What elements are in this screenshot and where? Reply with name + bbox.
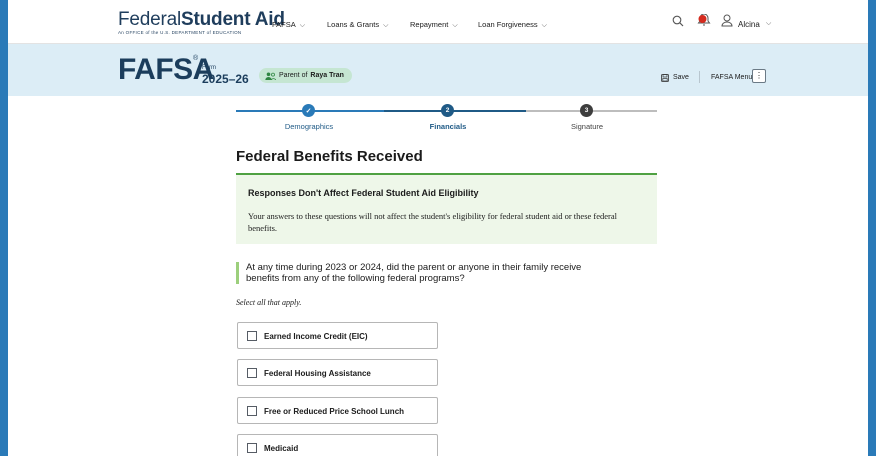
chevron-down-icon[interactable]: ⌵ — [766, 20, 771, 28]
nav-item-label: Loans & Grants — [327, 20, 380, 29]
step-label-demographics[interactable]: Demographics — [285, 122, 333, 131]
logo-text-regular: Federal — [118, 9, 182, 30]
parent-prefix: Parent of — [279, 72, 308, 79]
nav-item-loans-grants[interactable]: Loans & Grants ⌵ — [327, 20, 388, 30]
step-connector-current — [384, 110, 526, 112]
fafsa-menu-button[interactable]: ⋮ — [752, 69, 766, 83]
people-icon — [265, 72, 276, 80]
option-federal-housing-assistance[interactable]: Federal Housing Assistance — [237, 359, 438, 386]
registered-mark: ® — [193, 55, 199, 62]
option-label: Free or Reduced Price School Lunch — [264, 407, 405, 416]
option-medicaid[interactable]: Medicaid — [237, 434, 438, 456]
nav-item-label: Repayment — [410, 20, 449, 29]
search-icon[interactable] — [672, 15, 684, 27]
nav-item-fafsa[interactable]: FAFSA ⌵ — [272, 20, 305, 30]
page-title: Federal Benefits Received — [236, 148, 423, 165]
parent-student-name: Raya Tran — [310, 72, 344, 79]
nav-item-loan-forgiveness[interactable]: Loan Forgiveness ⌵ — [478, 20, 547, 30]
question-text: At any time during 2023 or 2024, did the… — [236, 262, 616, 284]
fsa-logo[interactable]: FederalStudent Aid An OFFICE of the U.S.… — [118, 9, 285, 35]
top-nav: FederalStudent Aid An OFFICE of the U.S.… — [8, 0, 868, 44]
notice-body: Your answers to these questions will not… — [248, 211, 617, 233]
app-window: FederalStudent Aid An OFFICE of the U.S.… — [8, 0, 868, 456]
save-button[interactable]: Save — [673, 74, 689, 81]
header-divider — [699, 71, 700, 83]
chevron-down-icon: ⌵ — [299, 22, 306, 29]
info-notice: Responses Don't Affect Federal Student A… — [236, 173, 657, 244]
option-label: Federal Housing Assistance — [264, 369, 371, 378]
step-2-indicator: 2 — [441, 104, 454, 117]
parent-role-badge: Parent of Raya Tran — [259, 68, 352, 83]
chevron-down-icon: ⌵ — [383, 22, 389, 29]
checkbox[interactable] — [247, 443, 257, 453]
save-icon[interactable] — [661, 74, 669, 82]
checkbox[interactable] — [247, 406, 257, 416]
notifications-icon[interactable] — [697, 14, 713, 28]
nav-item-repayment[interactable]: Repayment ⌵ — [410, 20, 458, 30]
option-free-reduced-lunch[interactable]: Free or Reduced Price School Lunch — [237, 397, 438, 424]
option-earned-income-credit[interactable]: Earned Income Credit (EIC) — [237, 322, 438, 349]
notice-title: Responses Don't Affect Federal Student A… — [248, 188, 479, 198]
fafsa-logo: FAFSA — [118, 53, 214, 86]
user-name[interactable]: Alcina — [738, 20, 760, 29]
logo-subtitle: An OFFICE of the U.S. DEPARTMENT of EDUC… — [118, 30, 242, 35]
form-label: Form — [202, 65, 216, 71]
user-icon[interactable] — [721, 14, 733, 27]
chevron-down-icon: ⌵ — [452, 22, 458, 29]
chevron-down-icon: ⌵ — [541, 22, 547, 29]
checkbox[interactable] — [247, 331, 257, 341]
step-1-check-icon[interactable]: ✓ — [302, 104, 315, 117]
option-label: Medicaid — [264, 444, 299, 453]
question-hint: Select all that apply. — [236, 298, 302, 307]
step-label-signature: Signature — [570, 122, 604, 131]
nav-item-label: Loan Forgiveness — [478, 20, 538, 29]
checkbox[interactable] — [247, 368, 257, 378]
nav-item-label: FAFSA — [272, 20, 296, 29]
form-year: 2025–26 — [202, 72, 249, 86]
logo-text-bold: Student Aid — [181, 9, 285, 30]
step-3-indicator: 3 — [580, 104, 593, 117]
fafsa-menu-label[interactable]: FAFSA Menu — [711, 74, 752, 81]
step-label-financials: Financials — [429, 122, 467, 131]
option-label: Earned Income Credit (EIC) — [264, 332, 368, 341]
